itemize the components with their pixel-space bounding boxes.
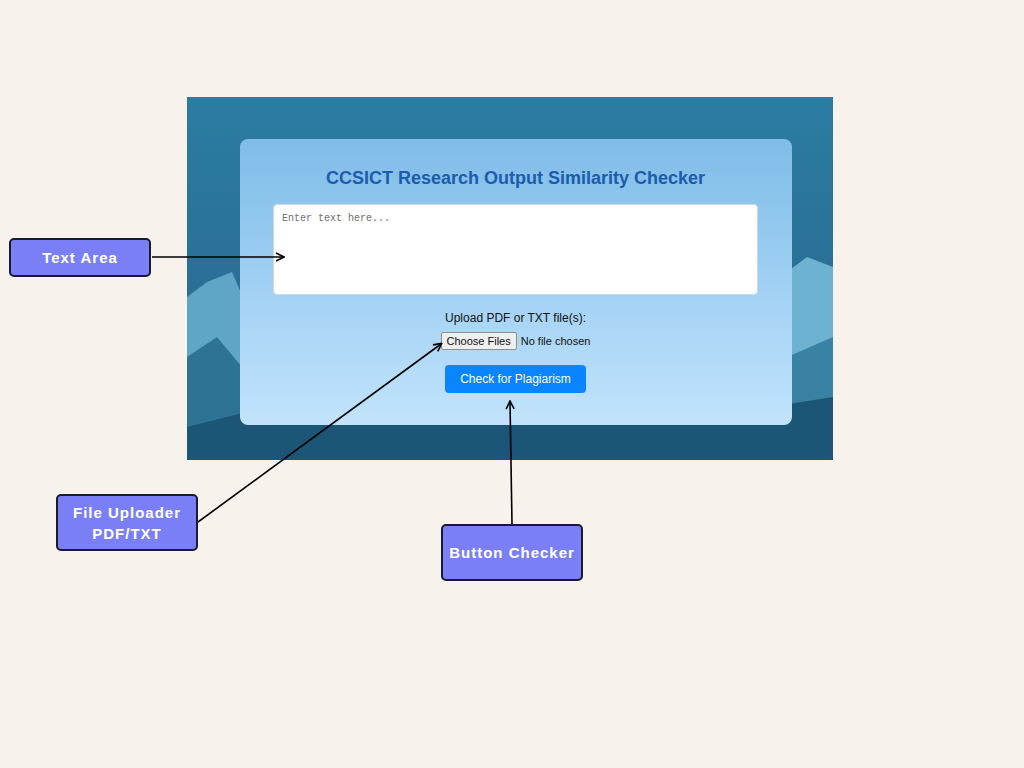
page-title: CCSICT Research Output Similarity Checke… [326, 167, 705, 189]
callout-label: Button Checker [441, 524, 583, 581]
app-screenshot: CCSICT Research Output Similarity Checke… [187, 97, 833, 460]
arrow-icon [510, 402, 512, 524]
file-status: No file chosen [521, 335, 591, 347]
arrow-icon [152, 256, 283, 258]
text-area[interactable] [273, 204, 758, 295]
callout-text: Text Area [42, 247, 118, 268]
callout-text: Button Checker [449, 542, 575, 563]
callout-text: File Uploader [73, 502, 181, 523]
callout-label: Text Area [9, 238, 151, 277]
callout-text: PDF/TXT [92, 523, 162, 544]
choose-files-button[interactable]: Choose Files [441, 332, 517, 350]
arrow-icon [198, 344, 441, 522]
callout-label: File UploaderPDF/TXT [56, 494, 198, 551]
check-button[interactable]: Check for Plagiarism [445, 365, 586, 393]
upload-label: Upload PDF or TXT file(s): [445, 311, 586, 326]
annotated-diagram: CCSICT Research Output Similarity Checke… [0, 0, 1024, 768]
checker-card: CCSICT Research Output Similarity Checke… [240, 139, 792, 425]
arrows [0, 0, 1024, 768]
file-uploader: Choose Files No file chosen [441, 332, 591, 350]
